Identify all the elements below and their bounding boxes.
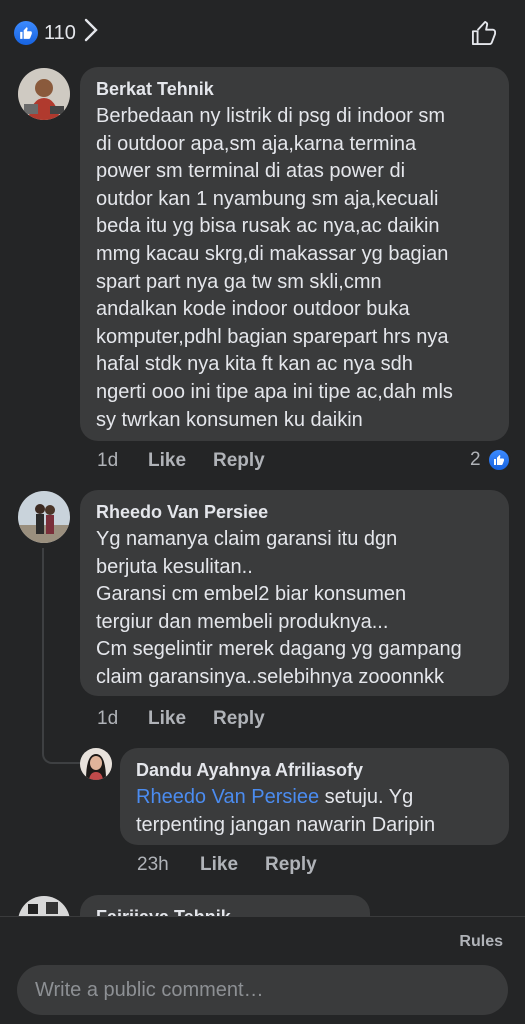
- like-button[interactable]: Like: [148, 708, 213, 730]
- comment-text: Berbedaan ny listrik di psg di indoor sm…: [96, 105, 453, 431]
- comment-author[interactable]: Rheedo Van Persiee: [96, 500, 493, 524]
- thumbs-up-outline-icon[interactable]: [469, 18, 499, 48]
- comment-time: 1d: [97, 450, 119, 471]
- comment-reactions[interactable]: 2: [470, 448, 511, 472]
- comment-composer-bar: Rules: [0, 916, 525, 1024]
- comment-author[interactable]: Fairjjaya Tehnik: [96, 905, 354, 916]
- comment-time: 1d: [97, 708, 119, 729]
- like-button[interactable]: Like: [148, 450, 213, 472]
- reply-time: 23h: [137, 854, 169, 875]
- chevron-right-icon: [84, 18, 98, 48]
- avatar[interactable]: [80, 748, 112, 780]
- avatar[interactable]: [18, 491, 70, 543]
- reply-bubble[interactable]: Dandu Ayahnya Afriliasofy Rheedo Van Per…: [120, 748, 509, 845]
- reply-actions: 23h Like Reply: [137, 854, 317, 876]
- comment-input[interactable]: [17, 965, 508, 1015]
- comment-reaction-count: 2: [470, 449, 481, 470]
- comment-bubble[interactable]: Fairjjaya Tehnik: [80, 895, 370, 916]
- avatar[interactable]: [18, 68, 70, 120]
- reaction-count: 110: [44, 21, 76, 44]
- comment-bubble[interactable]: Rheedo Van Persiee Yg namanya claim gara…: [80, 490, 509, 696]
- thumbs-up-icon: [486, 448, 511, 472]
- like-button[interactable]: Like: [200, 854, 265, 876]
- rules-link[interactable]: Rules: [459, 933, 503, 951]
- reactions-summary[interactable]: 110: [14, 18, 98, 48]
- reply-button[interactable]: Reply: [265, 854, 317, 876]
- reply-author[interactable]: Dandu Ayahnya Afriliasofy: [136, 758, 493, 782]
- reply-button[interactable]: Reply: [213, 708, 265, 730]
- thread-line: [42, 548, 80, 764]
- comment-text: Yg namanya claim garansi itu dgn berjuta…: [96, 528, 462, 688]
- thumbs-up-icon: [14, 21, 38, 45]
- comments-list: Berkat Tehnik Berbedaan ny listrik di ps…: [0, 64, 525, 916]
- comment-author[interactable]: Berkat Tehnik: [96, 77, 493, 101]
- comment-actions: 1d Like Reply: [97, 708, 265, 730]
- comment-bubble[interactable]: Berkat Tehnik Berbedaan ny listrik di ps…: [80, 67, 509, 441]
- reactions-bar: 110: [0, 0, 525, 64]
- comment-actions: 1d Like Reply: [97, 450, 265, 472]
- reply-button[interactable]: Reply: [213, 450, 265, 472]
- avatar[interactable]: [18, 896, 70, 916]
- reply-text: Rheedo Van Persiee setuju. Yg terpenting…: [136, 784, 493, 839]
- mention-link[interactable]: Rheedo Van Persiee: [136, 786, 319, 808]
